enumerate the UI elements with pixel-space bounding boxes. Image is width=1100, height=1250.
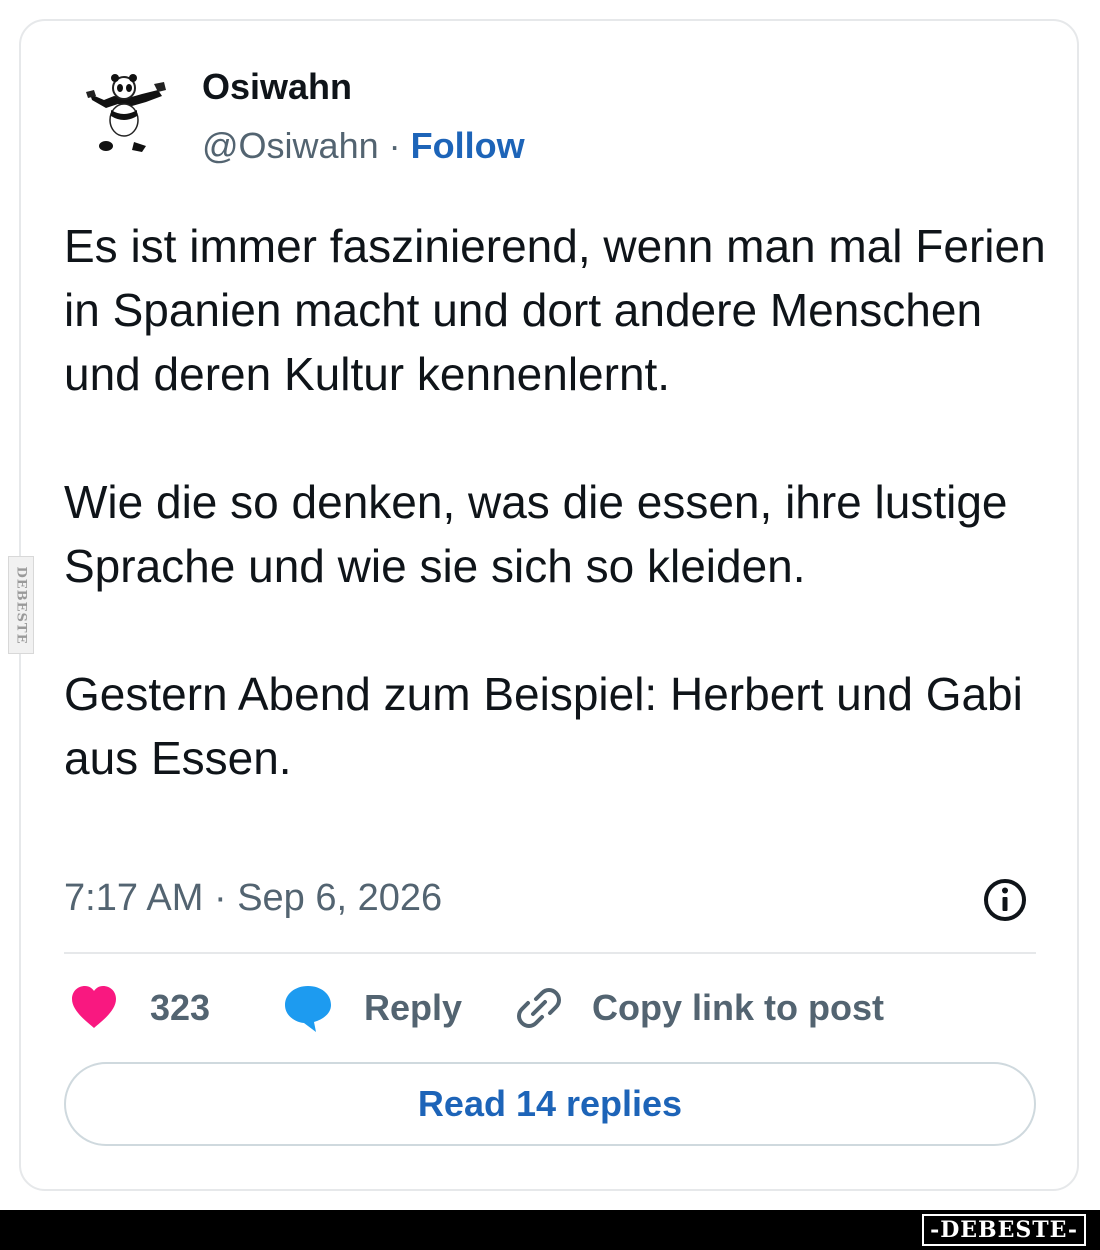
read-replies-button[interactable]: Read 14 replies <box>64 1062 1036 1146</box>
reply-button[interactable]: Reply <box>282 980 462 1036</box>
divider <box>64 952 1036 954</box>
display-name[interactable]: Osiwahn <box>202 66 352 108</box>
speech-bubble-icon <box>285 986 331 1032</box>
copy-link-button[interactable]: Copy link to post <box>514 980 884 1036</box>
panda-avatar-icon <box>86 74 166 152</box>
copy-link-label: Copy link to post <box>592 987 884 1028</box>
heart-icon <box>72 986 116 1028</box>
handle-row: @Osiwahn · Follow <box>202 125 525 167</box>
action-bar: 323 Reply Copy link to post <box>64 980 1036 1036</box>
side-watermark: DEBESTE <box>8 556 34 654</box>
tweet-text: Es ist immer faszinierend, wenn man mal … <box>64 214 1054 790</box>
avatar[interactable] <box>84 70 168 160</box>
like-button[interactable]: 323 <box>68 980 210 1036</box>
tweet-paragraph: Gestern Abend zum Beispiel: Herbert und … <box>64 668 1023 784</box>
tweet-paragraph: Es ist immer faszinierend, wenn man mal … <box>64 220 1046 400</box>
timestamp[interactable]: 7:17 AM · Sep 6, 2026 <box>64 877 442 920</box>
follow-button[interactable]: Follow <box>411 125 525 166</box>
link-icon <box>517 988 561 1028</box>
like-count: 323 <box>150 987 211 1028</box>
brand-logo: -DEBESTE- <box>922 1214 1086 1246</box>
tweet-paragraph: Wie die so denken, was die essen, ihre l… <box>64 476 1008 592</box>
handle[interactable]: @Osiwahn <box>202 125 379 166</box>
separator: · <box>388 125 401 166</box>
bottom-bar: -DEBESTE- <box>0 1210 1100 1250</box>
side-watermark-text: DEBESTE <box>13 565 29 645</box>
reply-label: Reply <box>364 987 463 1028</box>
info-icon[interactable] <box>982 877 1028 923</box>
